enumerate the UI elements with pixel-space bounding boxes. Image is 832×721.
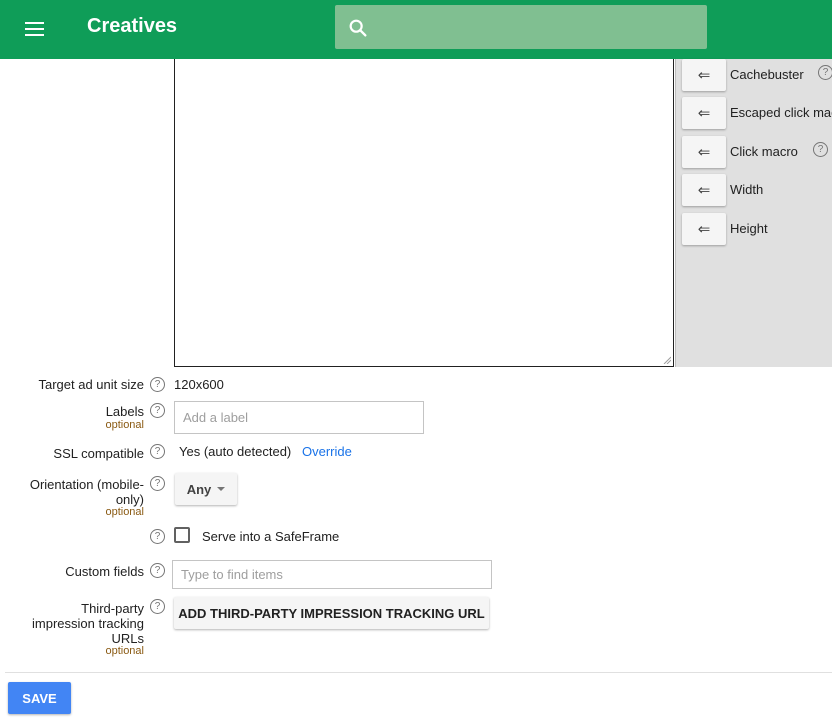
target-ad-unit-size-label: Target ad unit size	[38, 377, 144, 392]
help-icon[interactable]: ?	[150, 563, 165, 578]
macro-row-cachebuster: ⇐ Cachebuster ?	[682, 59, 832, 93]
divider	[5, 672, 832, 673]
search-bar[interactable]	[335, 5, 707, 49]
custom-fields-input[interactable]: Type to find items	[172, 560, 492, 589]
optional-hint: optional	[105, 506, 144, 518]
page-title: Creatives	[87, 15, 178, 37]
tracking-label-line1: Third-party	[81, 601, 144, 616]
insert-height-button[interactable]: ⇐	[682, 213, 726, 245]
macro-panel: ⇐ Cachebuster ? ⇐ Escaped click macro ⇐ …	[675, 59, 832, 367]
save-button[interactable]: SAVE	[8, 682, 71, 714]
insert-escaped-click-macro-button[interactable]: ⇐	[682, 97, 726, 129]
caret-down-icon	[217, 487, 226, 491]
macro-label: Height	[730, 221, 768, 236]
resize-handle-icon[interactable]	[663, 356, 671, 364]
custom-fields-label: Custom fields	[65, 564, 144, 579]
orientation-label-line1: Orientation (mobile-	[29, 477, 144, 492]
labels-input[interactable]: Add a label	[174, 401, 424, 434]
ssl-compatible-value: Yes (auto detected)	[179, 444, 292, 459]
macro-label: Click macro	[730, 144, 798, 159]
orientation-selected-value: Any	[186, 481, 212, 497]
macro-row-click-macro: ⇐ Click macro ?	[682, 136, 832, 170]
macro-row-escaped-click-macro: ⇐ Escaped click macro	[682, 97, 832, 131]
labels-label: Labels	[105, 404, 144, 419]
orientation-label-line2: only)	[115, 492, 144, 507]
macro-label: Cachebuster	[730, 67, 804, 82]
help-icon[interactable]: ?	[150, 444, 165, 459]
insert-width-button[interactable]: ⇐	[682, 174, 726, 206]
ssl-compatible-label: SSL compatible	[53, 446, 144, 461]
help-icon[interactable]: ?	[818, 65, 832, 80]
code-snippet-editor[interactable]	[174, 59, 674, 367]
macro-label: Width	[730, 182, 764, 197]
optional-hint: optional	[105, 645, 144, 657]
macro-row-width: ⇐ Width	[682, 174, 832, 208]
help-icon[interactable]: ?	[150, 403, 165, 418]
override-link[interactable]: Override	[302, 444, 352, 459]
safeframe-checkbox[interactable]	[174, 527, 190, 543]
search-icon	[349, 19, 367, 37]
macro-row-height: ⇐ Height	[682, 213, 832, 247]
optional-hint: optional	[105, 419, 144, 431]
help-icon[interactable]: ?	[813, 142, 828, 157]
hamburger-menu-icon[interactable]	[24, 19, 46, 39]
tracking-label-line3: URLs	[111, 631, 144, 646]
tracking-label-line2: impression tracking	[32, 616, 144, 631]
macro-label: Escaped click macro	[730, 105, 832, 120]
orientation-dropdown[interactable]: Any	[175, 473, 237, 505]
help-icon[interactable]: ?	[150, 476, 165, 491]
help-icon[interactable]: ?	[150, 599, 165, 614]
app-header: Creatives	[0, 0, 832, 59]
insert-click-macro-button[interactable]: ⇐	[682, 136, 726, 168]
target-ad-unit-size-value: 120x600	[174, 377, 224, 392]
add-tracking-url-button[interactable]: ADD THIRD-PARTY IMPRESSION TRACKING URL	[174, 597, 489, 629]
help-icon[interactable]: ?	[150, 529, 165, 544]
safeframe-label: Serve into a SafeFrame	[202, 529, 340, 544]
insert-cachebuster-button[interactable]: ⇐	[682, 59, 726, 91]
help-icon[interactable]: ?	[150, 377, 165, 392]
